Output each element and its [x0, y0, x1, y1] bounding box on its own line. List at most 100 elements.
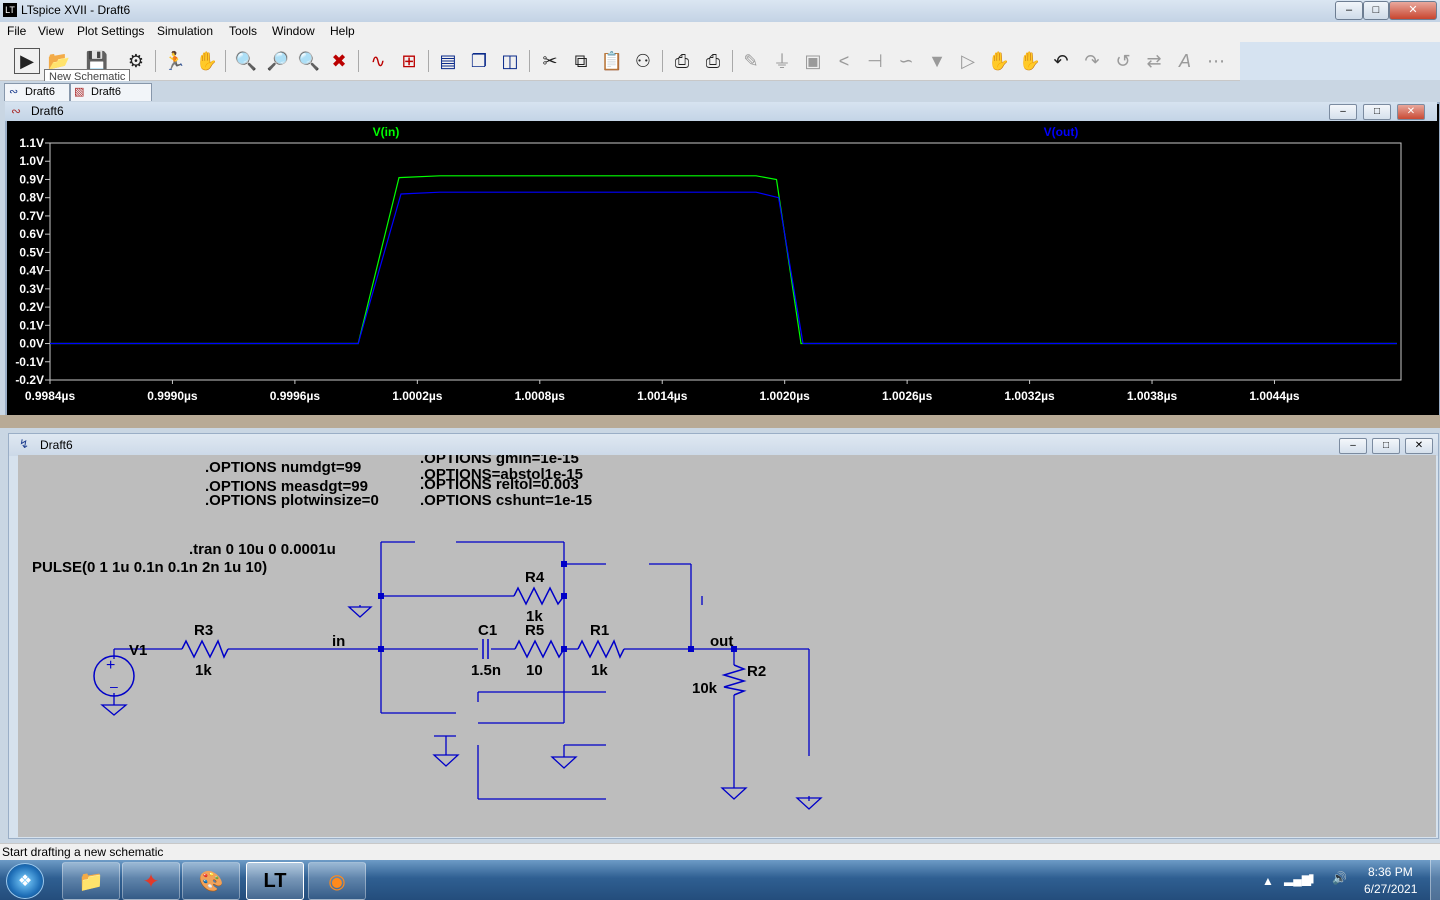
start-button[interactable]: ❖	[6, 863, 44, 899]
taskbar: 📁 ✦ 🎨 LT ◉ ▲ ▂▄▆ ▮ 🔊 8:36 PM 6/27/2021	[0, 860, 1440, 900]
y-tick-label: 0.0V	[19, 337, 44, 351]
y-tick-label: -0.1V	[15, 355, 44, 369]
tab-label: Draft6	[25, 86, 55, 98]
r3-name[interactable]: R3	[194, 622, 213, 639]
close-button[interactable]: ✕	[1389, 1, 1437, 20]
spice-directive-icon[interactable]: ⋯	[1203, 48, 1229, 74]
firefox-icon[interactable]: ◉	[308, 862, 366, 900]
y-tick-label: 0.6V	[19, 227, 44, 241]
menu-view[interactable]: View	[38, 24, 64, 38]
minimize-button[interactable]: –	[1335, 1, 1363, 20]
schematic-close-button[interactable]: ✕	[1405, 438, 1433, 454]
resistor-icon[interactable]: <	[831, 48, 857, 74]
move-icon[interactable]: ✋	[986, 48, 1012, 74]
autorange-icon[interactable]: ∿	[365, 48, 391, 74]
signal-icon[interactable]: ▂▄▆	[1284, 872, 1311, 886]
mark-icon[interactable]: ⊞	[396, 48, 422, 74]
text-icon[interactable]: A	[1172, 48, 1198, 74]
show-desktop-button[interactable]	[1430, 860, 1440, 900]
explorer-icon[interactable]: 📁	[62, 862, 120, 900]
component-icon[interactable]: ▷	[955, 48, 981, 74]
r5-name[interactable]: R5	[525, 622, 544, 639]
directive-cshunt[interactable]: .OPTIONS cshunt=1e-15	[420, 492, 592, 509]
x-tick-label: 1.0008µs	[515, 389, 566, 403]
r5-value[interactable]: 10	[526, 662, 543, 679]
menu-help[interactable]: Help	[330, 24, 355, 38]
zoom-cancel-icon[interactable]: ✖	[326, 48, 352, 74]
r3-value[interactable]: 1k	[195, 662, 212, 679]
c1-value[interactable]: 1.5n	[471, 662, 501, 679]
cut-icon[interactable]: ✂	[537, 48, 563, 74]
copy-icon[interactable]: ⧉	[568, 48, 594, 74]
tile-vertical-icon[interactable]: ◫	[497, 48, 523, 74]
x-tick-label: 0.9996µs	[270, 389, 321, 403]
zoom-in-icon[interactable]: 🔍	[233, 48, 259, 74]
label-net-icon[interactable]: ▣	[800, 48, 826, 74]
paint-icon[interactable]: 🎨	[182, 862, 240, 900]
undo-icon[interactable]: ↶	[1048, 48, 1074, 74]
diode-icon[interactable]: ▼	[924, 48, 950, 74]
print-icon[interactable]: ⎙	[669, 48, 695, 74]
schematic-minimize-button[interactable]: –	[1339, 438, 1367, 454]
rotate-icon[interactable]: ↺	[1110, 48, 1136, 74]
capacitor-icon[interactable]: ⊣	[862, 48, 888, 74]
x-tick-label: 0.9984µs	[25, 389, 76, 403]
y-tick-label: 0.9V	[19, 172, 44, 186]
r2-value[interactable]: 10k	[692, 680, 718, 697]
mirror-icon[interactable]: ⇄	[1141, 48, 1167, 74]
toolbar-separator	[225, 50, 226, 72]
power-icon[interactable]: ▮	[1308, 871, 1315, 885]
drag-icon[interactable]: ✋	[1017, 48, 1043, 74]
source-pulse-value[interactable]: PULSE(0 1 1u 0.1n 0.1n 2n 1u 10)	[32, 559, 267, 576]
c1-name[interactable]: C1	[478, 622, 497, 639]
print-setup-icon[interactable]: ⎙	[700, 48, 726, 74]
tab-schematic[interactable]: ▧ Draft6	[70, 83, 152, 101]
ground-icon[interactable]: ⏚	[769, 48, 795, 74]
plot-maximize-button[interactable]: □	[1363, 104, 1391, 120]
clock-date[interactable]: 6/27/2021	[1364, 882, 1417, 896]
directive-numdgt[interactable]: .OPTIONS numdgt=99	[205, 459, 361, 476]
run-script-icon[interactable]: 🏃	[162, 48, 188, 74]
menu-simulation[interactable]: Simulation	[157, 24, 213, 38]
cascade-icon[interactable]: ❐	[466, 48, 492, 74]
inductor-icon[interactable]: ∽	[893, 48, 919, 74]
directive-reltol[interactable]: .OPTIONS reltol=0.003	[420, 476, 579, 493]
r2-name[interactable]: R2	[747, 663, 766, 680]
tab-strip: ∾ Draft6 ▧ Draft6	[0, 81, 1440, 101]
menu-plot-settings[interactable]: Plot Settings	[77, 24, 144, 38]
find-icon[interactable]: ⚇	[630, 48, 656, 74]
net-label-out[interactable]: out	[710, 633, 733, 650]
volume-icon[interactable]: 🔊	[1332, 871, 1347, 885]
menu-file[interactable]: File	[7, 24, 26, 38]
tab-plot[interactable]: ∾ Draft6	[4, 83, 70, 101]
plot-close-button[interactable]: ✕	[1397, 104, 1425, 120]
tray-expand-icon[interactable]: ▲	[1262, 874, 1274, 888]
plot-minimize-button[interactable]: –	[1329, 104, 1357, 120]
pan-icon[interactable]: 🔎	[265, 48, 291, 74]
ltspice-icon[interactable]: LT	[246, 862, 304, 900]
tile-horizontal-icon[interactable]: ▤	[435, 48, 461, 74]
directive-plotwinsize[interactable]: .OPTIONS plotwinsize=0	[205, 492, 379, 509]
pan-hand-icon[interactable]: ✋	[194, 48, 220, 74]
directive-tran[interactable]: .tran 0 10u 0 0.0001u	[189, 541, 336, 558]
waveform-plot[interactable]: 1.1V 1.0V 0.9V 0.8V 0.7V 0.6V 0.5V 0.4V 0.3V 0.2V…	[7, 121, 1435, 411]
menu-tools[interactable]: Tools	[229, 24, 257, 38]
v1-name[interactable]: V1	[129, 642, 147, 659]
r1-name[interactable]: R1	[590, 622, 609, 639]
net-label-in[interactable]: in	[332, 633, 345, 650]
schematic-canvas[interactable]: .OPTIONS numdgt=99 .OPTIONS measdgt=99 .…	[18, 455, 1436, 837]
waveform-icon: ∾	[9, 86, 19, 98]
draw-wire-icon[interactable]: ✎	[738, 48, 764, 74]
maximize-button[interactable]: □	[1363, 1, 1389, 20]
redo-icon[interactable]: ↷	[1079, 48, 1105, 74]
r1-value[interactable]: 1k	[591, 662, 608, 679]
zoom-out-icon[interactable]: 🔍	[296, 48, 322, 74]
menu-window[interactable]: Window	[272, 24, 315, 38]
run-icon[interactable]: ▶	[14, 48, 40, 74]
x-tick-label: 1.0020µs	[760, 389, 811, 403]
r4-name[interactable]: R4	[525, 569, 545, 586]
acrobat-icon[interactable]: ✦	[122, 862, 180, 900]
paste-icon[interactable]: 📋	[599, 48, 625, 74]
clock-time[interactable]: 8:36 PM	[1368, 865, 1413, 879]
schematic-maximize-button[interactable]: □	[1372, 438, 1400, 454]
